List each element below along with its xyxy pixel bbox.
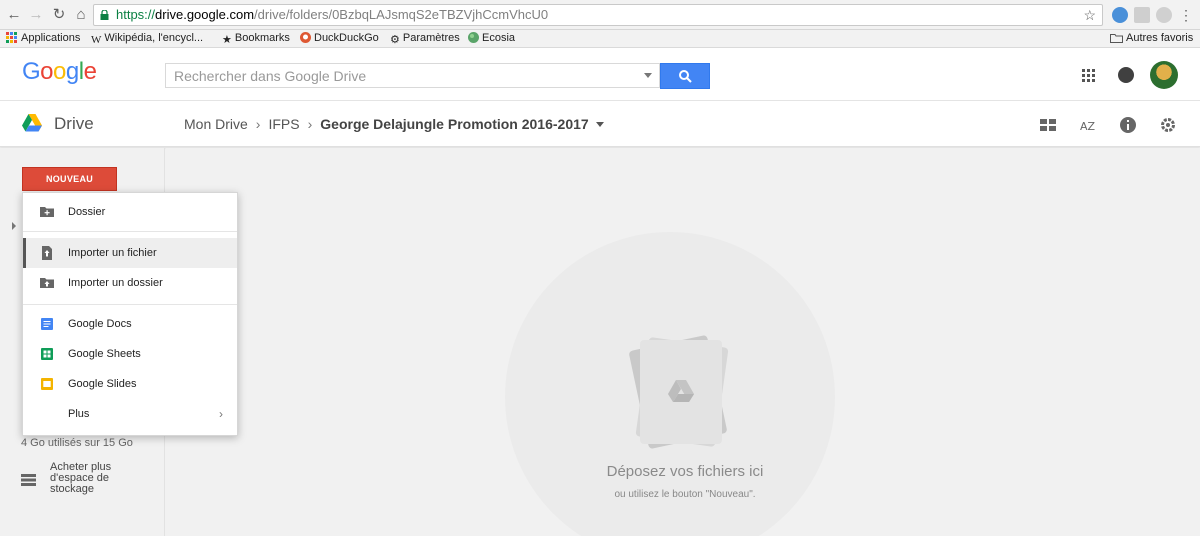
google-logo[interactable]: Google [22, 58, 97, 86]
bookmark-item[interactable]: Ecosia [468, 30, 515, 47]
lock-icon [100, 10, 109, 20]
grid-view-icon[interactable] [1039, 116, 1057, 134]
forward-icon[interactable]: → [26, 5, 46, 25]
breadcrumb-current[interactable]: George Delajungle Promotion 2016-2017 [320, 116, 588, 132]
folder-plus-icon [40, 207, 54, 217]
wikipedia-icon: W [91, 34, 102, 46]
menu-item-google-slides[interactable]: Google Slides [23, 369, 237, 399]
menu-item-more[interactable]: Plus › [23, 399, 237, 429]
menu-item-folder[interactable]: Dossier [23, 197, 237, 227]
extension-icon[interactable] [1156, 7, 1172, 23]
search-icon [679, 70, 692, 83]
sheets-icon [41, 348, 53, 360]
svg-text:AZ: AZ [1080, 120, 1096, 133]
new-button[interactable]: NOUVEAU [22, 167, 117, 191]
drive-toolbar: Drive Mon Drive › IFPS › George Delajungle P… [0, 101, 1200, 147]
menu-item-label: Dossier [68, 206, 106, 218]
bookmark-item[interactable]: Applications [6, 30, 80, 47]
bookmark-item[interactable]: ⚙ Paramètres [390, 30, 460, 49]
gear-icon: ⚙ [390, 34, 400, 46]
drive-logo-icon[interactable] [22, 114, 42, 132]
menu-item-label: Google Sheets [68, 348, 141, 360]
folder-upload-icon [40, 278, 54, 288]
star-icon: ★ [222, 34, 232, 46]
breadcrumb-separator: › [255, 116, 261, 132]
other-bookmarks[interactable]: Autres favoris [1110, 30, 1193, 47]
avatar[interactable] [1150, 61, 1178, 89]
bookmark-item[interactable]: ★ Bookmarks [222, 30, 290, 49]
reload-icon[interactable]: ↻ [49, 5, 69, 25]
drive-label[interactable]: Drive [54, 114, 94, 134]
slides-icon [41, 378, 53, 390]
menu-item-google-sheets[interactable]: Google Sheets [23, 339, 237, 369]
file-upload-icon [42, 246, 52, 260]
dropzone-title: Déposez vos fichiers ici [606, 463, 764, 480]
menu-divider [23, 231, 237, 232]
bookmark-star-icon[interactable]: ☆ [1083, 5, 1096, 25]
menu-item-upload-file[interactable]: Importer un fichier [23, 238, 237, 268]
search-input[interactable] [166, 64, 636, 87]
breadcrumb-item[interactable]: IFPS [268, 116, 299, 132]
search-options-caret-icon[interactable] [644, 73, 652, 78]
menu-divider [23, 304, 237, 305]
info-icon[interactable] [1119, 116, 1137, 134]
search-box [165, 63, 660, 88]
gear-icon[interactable] [1159, 116, 1177, 134]
extension-icon[interactable] [1134, 7, 1150, 23]
apps-grid-icon [6, 32, 17, 43]
chevron-right-icon: › [219, 407, 223, 421]
menu-item-google-docs[interactable]: Google Docs [23, 309, 237, 339]
search-button[interactable] [660, 63, 710, 89]
docs-icon [41, 318, 53, 330]
menu-item-label: Importer un fichier [68, 247, 157, 259]
menu-item-label: Importer un dossier [68, 277, 163, 289]
google-header: Google [0, 48, 1200, 101]
menu-item-label: Google Docs [68, 318, 132, 330]
extension-icon[interactable] [1112, 7, 1128, 23]
new-menu: Dossier Importer un fichier Importer un … [22, 192, 238, 436]
apps-grid-icon[interactable] [1082, 69, 1095, 82]
menu-dots-icon[interactable]: ⋮ [1176, 5, 1196, 25]
notifications-icon[interactable] [1118, 67, 1134, 83]
expand-arrow-icon[interactable] [12, 222, 16, 230]
folder-icon [1110, 34, 1123, 43]
bookmark-item[interactable]: W Wikipédia, l'encycl... [91, 30, 203, 49]
url-path: /drive/folders/0BzbqLAJsmqS2eTBZVjhCcmVh… [254, 7, 549, 22]
menu-item-label: Google Slides [68, 378, 137, 390]
bookmark-item[interactable]: DuckDuckGo [300, 30, 379, 47]
url-host: drive.google.com [155, 7, 255, 22]
breadcrumb-separator: › [307, 116, 313, 132]
chevron-down-icon[interactable] [595, 122, 604, 127]
dropzone-subtitle: ou utilisez le bouton "Nouveau". [614, 489, 756, 500]
buy-storage-link[interactable]: Acheter plus d'espace de stockage [50, 462, 130, 495]
back-icon[interactable]: ← [4, 5, 24, 25]
browser-toolbar: ← → ↻ ⌂ https://drive.google.com/drive/f… [0, 0, 1200, 30]
ecosia-icon [468, 32, 479, 43]
breadcrumb-item[interactable]: Mon Drive [184, 116, 248, 132]
bookmarks-bar: Applications W Wikipédia, l'encycl... ★ Bo… [0, 30, 1200, 48]
storage-usage: 4 Go utilisés sur 15 Go [21, 437, 133, 449]
storage-icon[interactable] [21, 474, 36, 486]
home-icon[interactable]: ⌂ [71, 5, 91, 25]
menu-item-label: Plus [68, 408, 90, 420]
menu-item-upload-folder[interactable]: Importer un dossier [23, 268, 237, 298]
breadcrumb: Mon Drive › IFPS › George Delajungle Promoti… [184, 116, 604, 132]
sort-az-icon[interactable]: AZ [1079, 116, 1097, 134]
address-bar[interactable]: https://drive.google.com/drive/folders/0… [93, 4, 1103, 26]
duckduckgo-icon [300, 32, 311, 43]
url-protocol: https:// [116, 7, 156, 22]
files-illustration-icon [629, 335, 729, 449]
